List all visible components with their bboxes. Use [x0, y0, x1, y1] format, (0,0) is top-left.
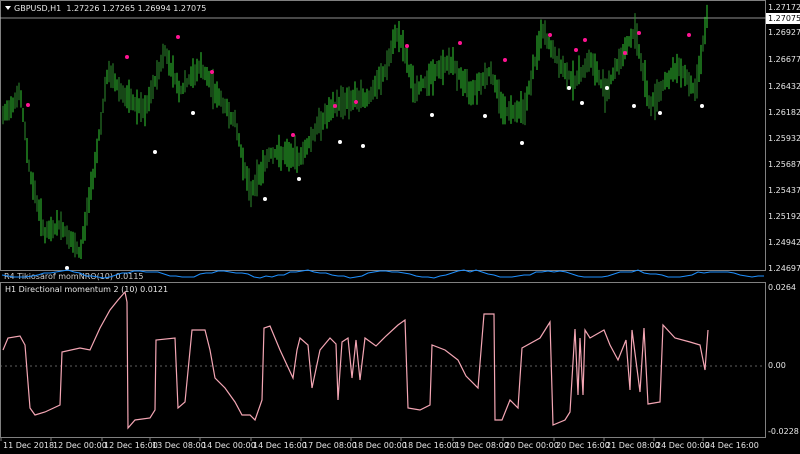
- upper-fractal-dot: [623, 51, 627, 55]
- time-label: 18 Dec 00:00: [353, 441, 407, 450]
- upper-fractal-dot: [503, 58, 507, 62]
- lower-fractal-dot: [65, 266, 69, 270]
- time-label: 20 Dec 16:00: [556, 441, 610, 450]
- overlap-oscillator-line: [1, 269, 764, 279]
- time-label: 11 Dec 2018: [3, 441, 55, 450]
- upper-fractal-dot: [548, 33, 552, 37]
- upper-fractal-dot: [26, 103, 30, 107]
- momentum-line: [2, 290, 709, 430]
- upper-fractal-dot: [583, 38, 587, 42]
- price-level-label: 1.25437: [768, 186, 800, 195]
- upper-fractal-dot: [176, 35, 180, 39]
- lower-fractal-dot: [430, 113, 434, 117]
- upper-fractal-dot: [574, 48, 578, 52]
- price-level-label: 1.26927: [768, 28, 800, 37]
- upper-fractal-dot: [210, 70, 214, 74]
- time-label: 18 Dec 16:00: [403, 441, 457, 450]
- upper-fractal-dot: [291, 133, 295, 137]
- upper-fractal-dot: [354, 100, 358, 104]
- time-label: 19 Dec 08:00: [455, 441, 509, 450]
- upper-fractal-dot: [125, 55, 129, 59]
- momentum-level-label: 0.00: [768, 361, 786, 370]
- time-label: 14 Dec 00:00: [202, 441, 256, 450]
- lower-fractal-dot: [658, 111, 662, 115]
- upper-fractal-dot: [637, 31, 641, 35]
- lower-fractal-dot: [567, 86, 571, 90]
- price-level-label: 1.25192: [768, 212, 800, 221]
- price-level-label: 1.26677: [768, 55, 800, 64]
- lower-fractal-dot: [483, 114, 487, 118]
- price-level-label: 1.25687: [768, 160, 800, 169]
- lower-fractal-dot: [297, 177, 301, 181]
- lower-fractal-dot: [632, 104, 636, 108]
- lower-fractal-dot: [191, 111, 195, 115]
- lower-fractal-dot: [700, 104, 704, 108]
- lower-fractal-dot: [263, 197, 267, 201]
- price-level-label: 1.24697: [768, 264, 800, 273]
- time-label: 24 Dec 16:00: [705, 441, 759, 450]
- lower-fractal-dot: [153, 150, 157, 154]
- lower-fractal-dot: [605, 86, 609, 90]
- upper-fractal-dot: [333, 104, 337, 108]
- price-level-label: 1.26182: [768, 108, 800, 117]
- lower-fractal-dot: [580, 101, 584, 105]
- time-label: 17 Dec 08:00: [303, 441, 357, 450]
- upper-fractal-dot: [405, 44, 409, 48]
- current-price-tag: 1.27075: [766, 13, 800, 24]
- price-level-label: 1.26432: [768, 82, 800, 91]
- time-label: 12 Dec 00:00: [53, 441, 107, 450]
- price-level-label: 1.25932: [768, 134, 800, 143]
- lower-fractal-dot: [338, 140, 342, 144]
- lower-fractal-dot: [520, 141, 524, 145]
- momentum-level-label: 0.0264: [768, 283, 796, 292]
- upper-fractal-dot: [458, 41, 462, 45]
- time-label: 12 Dec 16:00: [104, 441, 158, 450]
- price-level-label: 1.27172: [768, 3, 800, 12]
- time-label: 14 Dec 16:00: [253, 441, 307, 450]
- time-label: 21 Dec 08:00: [606, 441, 660, 450]
- lower-fractal-dot: [361, 144, 365, 148]
- time-label: 20 Dec 00:00: [505, 441, 559, 450]
- momentum-level-label: -0.0228: [768, 427, 799, 436]
- upper-fractal-dot: [687, 33, 691, 37]
- price-level-label: 1.24942: [768, 238, 800, 247]
- time-label: 24 Dec 00:00: [656, 441, 710, 450]
- chart-canvas: [0, 4, 766, 441]
- time-label: 13 Dec 08:00: [152, 441, 206, 450]
